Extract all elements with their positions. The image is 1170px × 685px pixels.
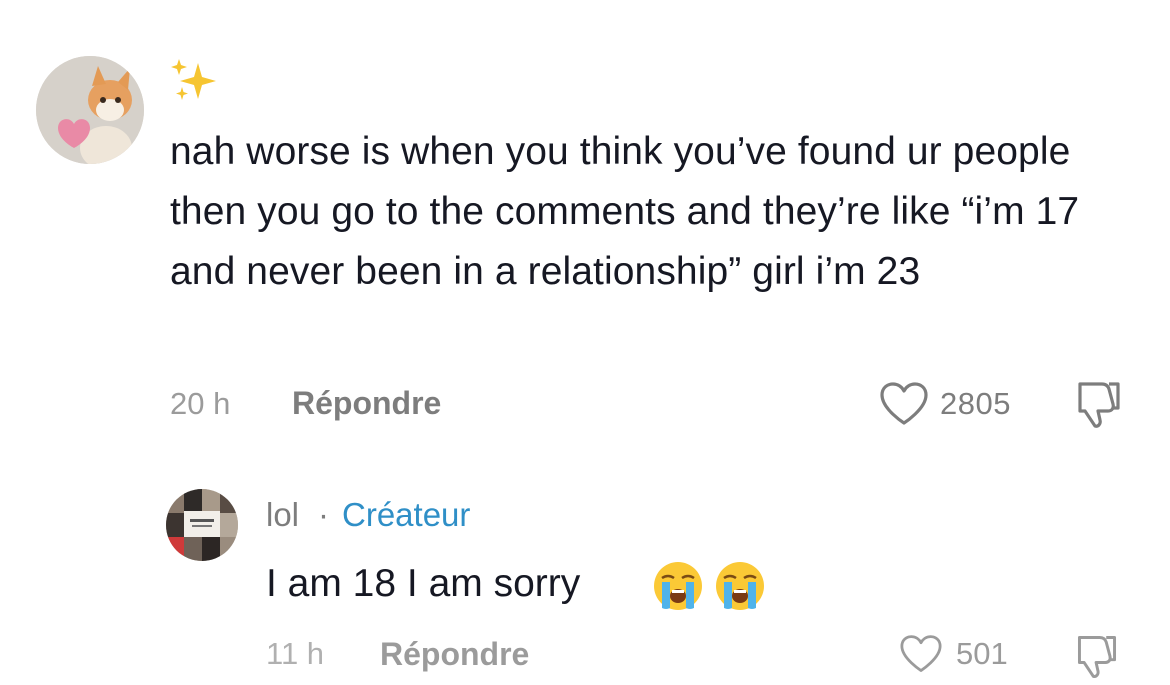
comment-text: nah worse is when you think you’ve found…: [170, 130, 1080, 293]
reply-username[interactable]: lol: [266, 496, 299, 534]
kitten-avatar-image: [36, 56, 144, 164]
crying-face-emoji-icon: [652, 560, 704, 612]
reply-reply-button[interactable]: Répondre: [380, 636, 529, 673]
sparkles-icon: [168, 57, 218, 105]
separator-dot: ·: [318, 496, 329, 533]
reply-like-count: 501: [956, 636, 1008, 671]
creator-badge: Créateur: [342, 496, 471, 533]
crying-face-emoji-icon: [714, 560, 766, 612]
album-collage-avatar-image: [166, 489, 238, 561]
like-count: 2805: [940, 386, 1011, 421]
reply-time: 11 h: [266, 636, 325, 671]
reply-text: I am 18 I am sorry: [266, 562, 581, 605]
avatar[interactable]: [36, 56, 144, 164]
heart-icon[interactable]: [878, 381, 930, 427]
thumbs-down-icon[interactable]: [1072, 632, 1122, 680]
thumbs-down-icon[interactable]: [1072, 378, 1126, 430]
reply-button[interactable]: Répondre: [292, 385, 441, 422]
heart-icon[interactable]: [898, 634, 944, 674]
reply-avatar[interactable]: [166, 489, 238, 561]
comment-time: 20 h: [170, 386, 231, 421]
